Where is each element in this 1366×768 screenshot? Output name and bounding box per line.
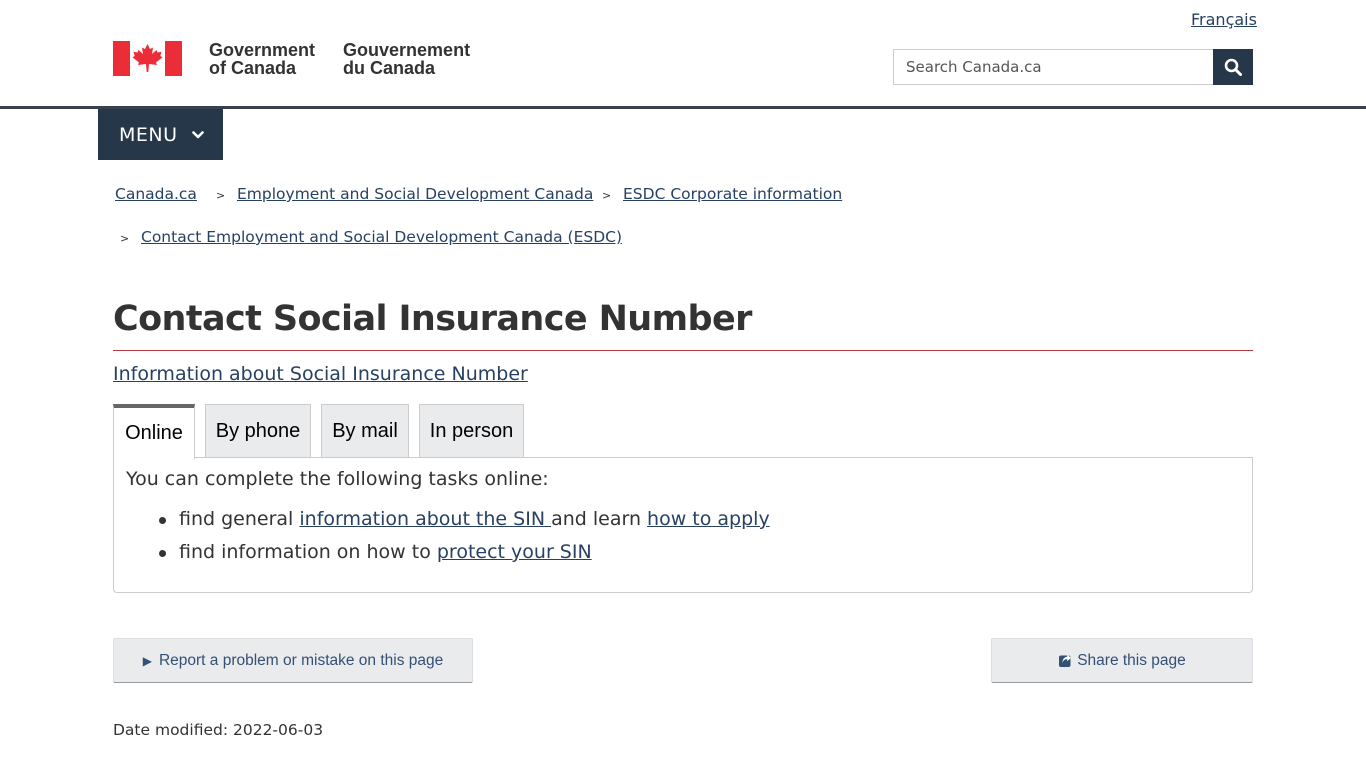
wordmark-french: Gouvernement du Canada: [343, 41, 470, 77]
list-item-text: find information on how to: [179, 541, 437, 563]
online-tasks-list: find general information about the SIN a…: [154, 503, 1240, 569]
list-item-text: and learn: [551, 508, 648, 530]
search-input[interactable]: [893, 49, 1213, 85]
tab-by-phone[interactable]: By phone: [205, 404, 311, 458]
protect-your-sin-link[interactable]: protect your SIN: [437, 541, 592, 563]
language-toggle-link[interactable]: Français: [1191, 10, 1257, 29]
government-of-canada-signature[interactable]: Government of Canada Gouvernement du Can…: [113, 41, 470, 77]
share-page-label: Share this page: [1077, 651, 1186, 669]
tab-panel-online: You can complete the following tasks onl…: [113, 457, 1253, 593]
wordmark-french-line2: du Canada: [343, 58, 436, 78]
breadcrumb-canada-ca[interactable]: Canada.ca: [115, 185, 197, 203]
search-form: [893, 49, 1253, 85]
menu-label: MENU: [119, 123, 178, 146]
breadcrumb-separator: >: [216, 189, 226, 202]
report-problem-button[interactable]: ▶ Report a problem or mistake on this pa…: [113, 638, 473, 683]
tab-in-person[interactable]: In person: [419, 404, 524, 458]
search-button[interactable]: [1213, 49, 1253, 85]
breadcrumb-contact-esdc[interactable]: Contact Employment and Social Developmen…: [141, 228, 622, 246]
panel-intro: You can complete the following tasks onl…: [126, 468, 549, 490]
date-modified: Date modified: 2022-06-03: [113, 721, 324, 739]
sin-info-link[interactable]: information about the SIN: [299, 508, 551, 530]
wordmark-english: Government of Canada: [209, 41, 315, 77]
page-title: Contact Social Insurance Number: [113, 299, 752, 339]
breadcrumb-separator: >: [120, 232, 130, 245]
how-to-apply-link[interactable]: how to apply: [647, 508, 770, 530]
share-page-button[interactable]: Share this page: [991, 638, 1253, 683]
wordmark-english-line2: of Canada: [209, 58, 297, 78]
breadcrumb-separator: >: [602, 189, 612, 202]
title-underline: [113, 350, 1253, 351]
tab-by-mail[interactable]: By mail: [321, 404, 409, 458]
report-problem-label: Report a problem or mistake on this page: [158, 651, 444, 669]
search-icon: [1224, 58, 1242, 76]
wordmark-french-line1: Gouvernement: [343, 40, 471, 60]
tab-online[interactable]: Online: [113, 404, 195, 459]
triangle-right-icon: ▶: [142, 653, 152, 668]
list-item-text: find general: [179, 508, 300, 530]
menu-button[interactable]: MENU: [98, 109, 223, 160]
breadcrumb-esdc-corporate-information[interactable]: ESDC Corporate information: [623, 185, 842, 203]
breadcrumb-esdc[interactable]: Employment and Social Development Canada: [237, 185, 593, 203]
list-item: find general information about the SIN a…: [154, 503, 1240, 536]
chevron-down-icon: [191, 130, 204, 139]
share-icon: [1058, 653, 1073, 668]
wordmark-english-line1: Government: [209, 40, 316, 60]
sin-information-link[interactable]: Information about Social Insurance Numbe…: [113, 363, 528, 385]
canada-flag-icon: [113, 41, 182, 76]
list-item: find information on how to protect your …: [154, 536, 1240, 569]
